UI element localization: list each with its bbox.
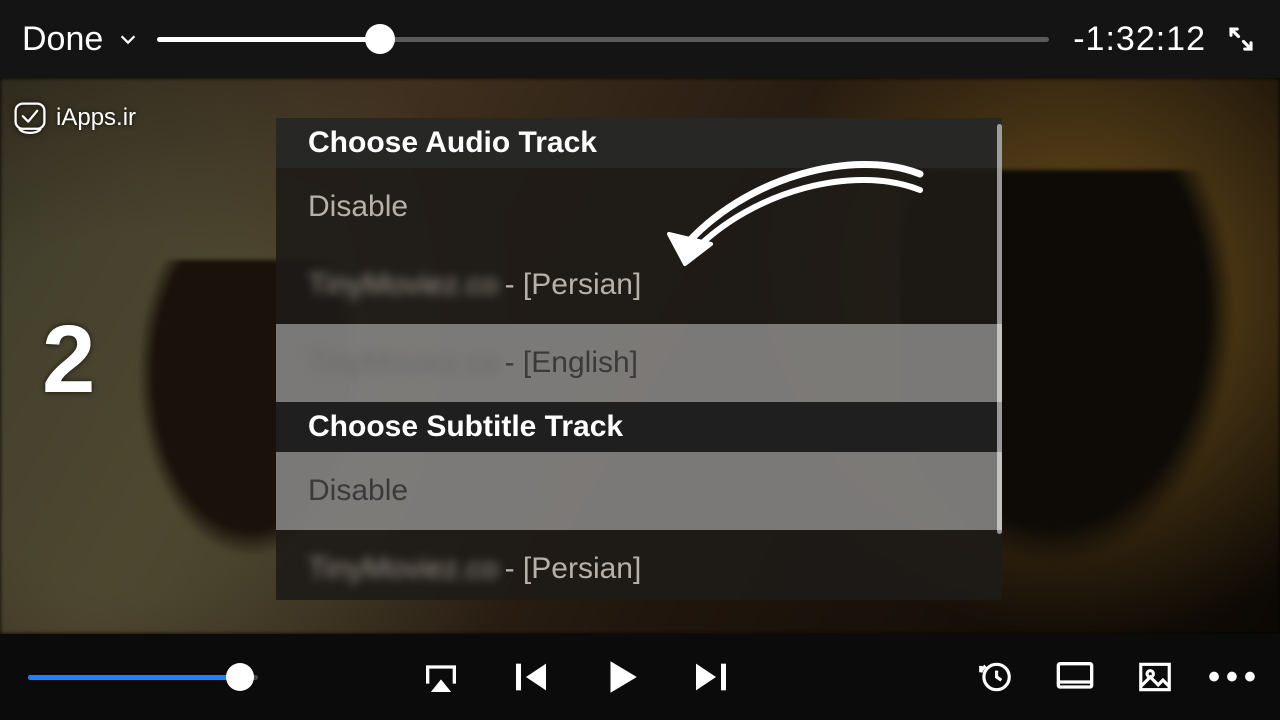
track-menu: Choose Audio Track Disable TinyMoviez.co… [276, 118, 1002, 600]
done-button[interactable]: Done [22, 20, 103, 59]
subtitle-track-option[interactable]: TinyMoviez.co - [Persian] [276, 530, 1002, 600]
airplay-icon[interactable] [418, 654, 464, 700]
audio-track-option[interactable]: TinyMoviez.co - [Persian] [276, 246, 1002, 324]
time-remaining: -1:32:12 [1073, 20, 1206, 59]
subtitles-icon[interactable] [1052, 654, 1098, 700]
subtitle-track-header: Choose Subtitle Track [276, 402, 1002, 452]
bottom-controls-bar: ••• [0, 634, 1280, 720]
play-icon[interactable] [598, 654, 644, 700]
scrub-fill [157, 37, 380, 42]
track-source-blurred: TinyMoviez.co [308, 268, 499, 302]
watermark: iApps.ir [12, 100, 136, 136]
audio-disable-option[interactable]: Disable [276, 168, 1002, 246]
volume-slider[interactable] [28, 675, 258, 680]
scrub-slider[interactable] [157, 37, 1049, 42]
chevron-down-icon[interactable] [117, 20, 139, 59]
next-track-icon[interactable] [688, 654, 734, 700]
more-icon[interactable]: ••• [1212, 654, 1258, 700]
track-language-label: - [Persian] [505, 552, 642, 586]
watermark-text: iApps.ir [56, 104, 136, 132]
volume-fill [28, 675, 240, 680]
track-language-label: - [Persian] [505, 268, 642, 302]
audio-track-option[interactable]: TinyMoviez.co - [English] [276, 324, 1002, 402]
previous-track-icon[interactable] [508, 654, 554, 700]
picture-icon[interactable] [1132, 654, 1178, 700]
annotation-step-number: 2 [42, 305, 95, 415]
track-source-blurred: TinyMoviez.co [308, 552, 499, 586]
track-language-label: - [English] [505, 346, 638, 380]
audio-track-header: Choose Audio Track [276, 118, 1002, 168]
volume-thumb[interactable] [226, 663, 254, 691]
subtitle-disable-option[interactable]: Disable [276, 452, 1002, 530]
top-controls-bar: Done -1:32:12 [0, 0, 1280, 78]
menu-scrollbar[interactable] [997, 124, 1002, 534]
history-icon[interactable] [972, 654, 1018, 700]
fullscreen-icon[interactable] [1224, 22, 1258, 56]
track-source-blurred: TinyMoviez.co [308, 346, 499, 380]
scrub-thumb[interactable] [365, 24, 395, 54]
